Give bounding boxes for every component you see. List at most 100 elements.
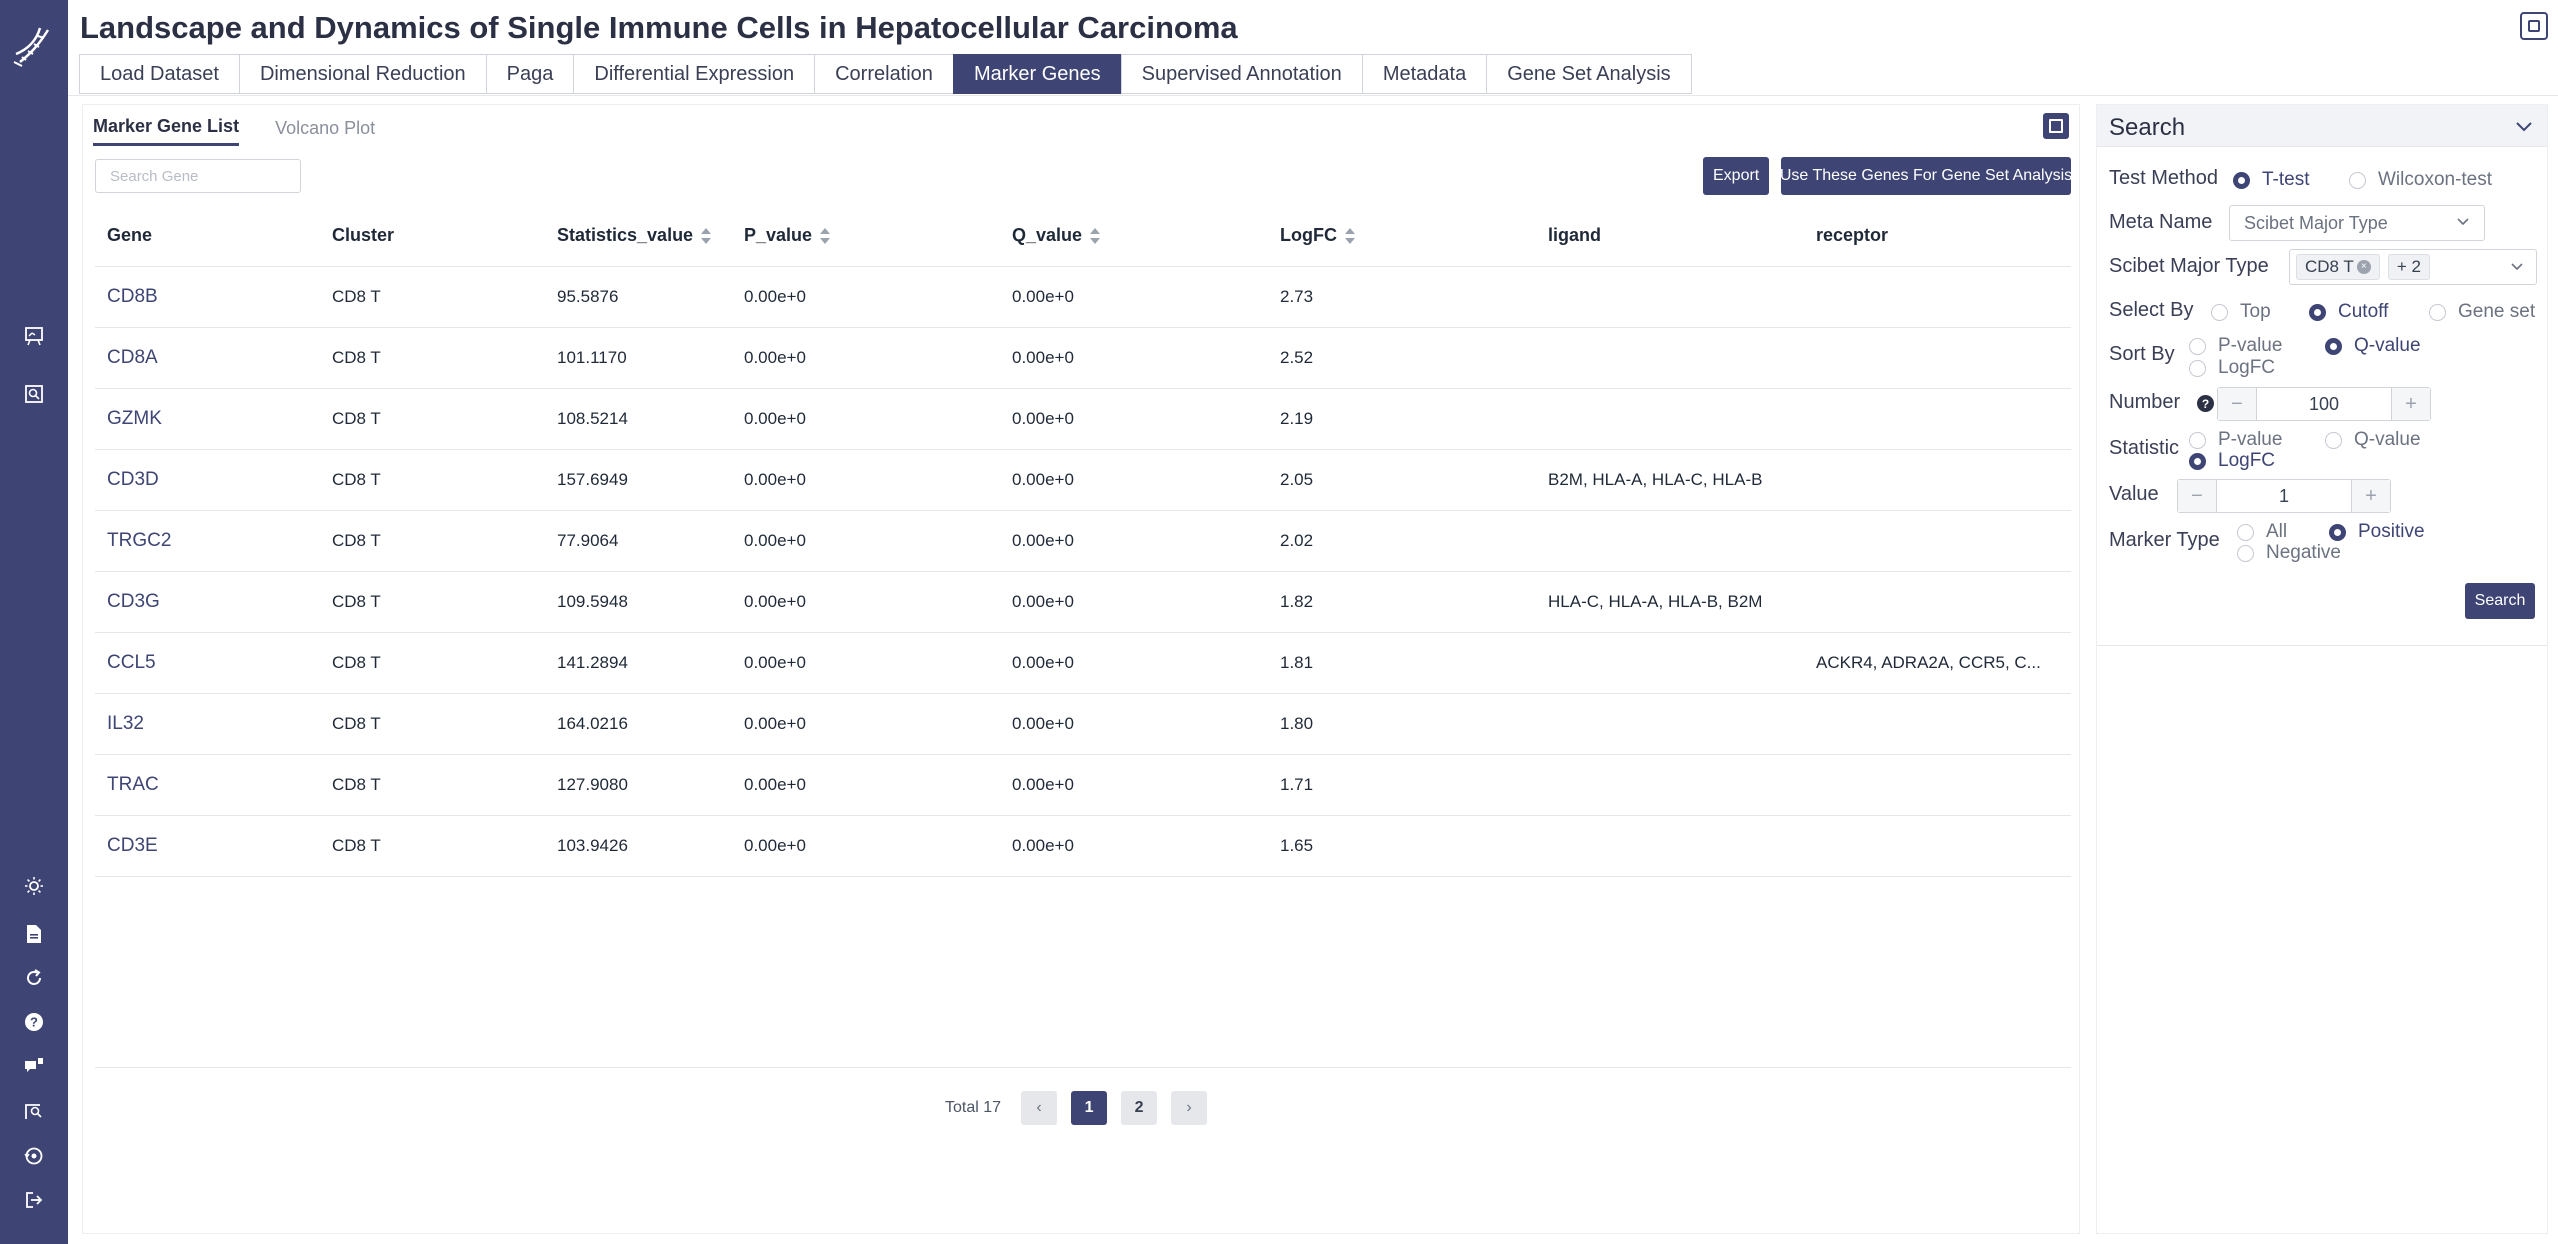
tab-correlation[interactable]: Correlation xyxy=(814,54,954,94)
tab-load-dataset[interactable]: Load Dataset xyxy=(79,54,240,94)
radio-sort-p-value[interactable]: P-value xyxy=(2189,335,2282,357)
column-header-statistics-value[interactable]: Statistics_value xyxy=(545,225,732,246)
radio-stat-logfc[interactable]: LogFC xyxy=(2189,450,2275,472)
history-icon[interactable] xyxy=(20,1142,48,1170)
fullscreen-icon[interactable] xyxy=(2520,12,2548,40)
statistics-value-cell: 141.2894 xyxy=(557,653,628,672)
gene-link[interactable]: CD8A xyxy=(107,347,158,368)
tag-close-icon[interactable]: × xyxy=(2356,260,2371,274)
statistics-value-cell: 157.6949 xyxy=(557,470,628,489)
p-value-cell: 0.00e+0 xyxy=(744,287,806,306)
decrement-button[interactable]: − xyxy=(2218,388,2256,420)
radio-sort-q-value[interactable]: Q-value xyxy=(2325,335,2421,357)
radio-label: T-test xyxy=(2262,169,2310,190)
sun-icon[interactable] xyxy=(20,872,48,900)
next-page-button[interactable]: › xyxy=(1171,1091,1208,1125)
use-genes-for-gsa-button[interactable]: Use These Genes For Gene Set Analysis xyxy=(1780,157,2072,195)
gene-link[interactable]: GZMK xyxy=(107,408,162,429)
radio-t-test[interactable]: T-test xyxy=(2233,169,2310,191)
tag-label: CD8 T xyxy=(2305,257,2354,276)
radio-top[interactable]: Top xyxy=(2211,301,2271,323)
gene-cell: TRGC2 xyxy=(95,530,320,552)
chevron-down-icon xyxy=(2510,259,2524,275)
chevron-down-icon[interactable] xyxy=(2515,117,2533,138)
subtab-marker-gene-list[interactable]: Marker Gene List xyxy=(93,116,240,146)
logout-icon[interactable] xyxy=(20,1186,48,1214)
search-doc-icon[interactable] xyxy=(20,380,48,408)
tab-differential-expression[interactable]: Differential Expression xyxy=(573,54,816,94)
prev-page-button[interactable]: ‹ xyxy=(1021,1091,1058,1125)
column-header-p-value[interactable]: P_value xyxy=(732,225,1000,246)
radio-sort-logfc[interactable]: LogFC xyxy=(2189,357,2275,379)
column-header-label: ligand xyxy=(1548,225,1601,245)
radio-dot xyxy=(2211,303,2228,321)
gene-link[interactable]: CD3E xyxy=(107,835,158,856)
radio-marker-negative[interactable]: Negative xyxy=(2237,542,2341,564)
sort-icon[interactable] xyxy=(1344,227,1355,244)
document-icon[interactable] xyxy=(20,920,48,948)
radio-marker-all[interactable]: All xyxy=(2237,521,2287,543)
gene-cell: CD3G xyxy=(95,591,320,613)
q-value-cell: 0.00e+0 xyxy=(1012,714,1074,733)
user-search-icon[interactable] xyxy=(20,1097,48,1125)
tab-paga[interactable]: Paga xyxy=(485,54,575,94)
number-stepper[interactable]: − 100 + xyxy=(2217,387,2431,421)
tab-gene-set-analysis[interactable]: Gene Set Analysis xyxy=(1486,54,1692,94)
selected-tag[interactable]: CD8 T × xyxy=(2296,254,2380,280)
p-value-cell: 0.00e+0 xyxy=(744,470,806,489)
tab-supervised-annotation[interactable]: Supervised Annotation xyxy=(1120,54,1363,94)
table-row: CD8B CD8 T 95.5876 0.00e+0 0.00e+0 2.73 xyxy=(95,267,2071,328)
gene-link[interactable]: CD8B xyxy=(107,286,158,307)
refresh-icon[interactable] xyxy=(20,964,48,992)
number-value[interactable]: 100 xyxy=(2256,388,2392,420)
radio-stat-p-value[interactable]: P-value xyxy=(2189,429,2282,451)
column-header-q-value[interactable]: Q_value xyxy=(1000,225,1268,246)
radio-stat-q-value[interactable]: Q-value xyxy=(2325,429,2421,451)
gene-link[interactable]: CD3G xyxy=(107,591,160,612)
radio-wilcoxon-test[interactable]: Wilcoxon-test xyxy=(2349,169,2492,191)
search-gene-input[interactable] xyxy=(95,159,301,193)
gene-link[interactable]: CCL5 xyxy=(107,652,156,673)
logfc-cell: 2.19 xyxy=(1280,409,1314,428)
dna-logo-icon[interactable] xyxy=(10,24,58,68)
presentation-icon[interactable] xyxy=(20,322,48,350)
search-panel-header[interactable]: Search xyxy=(2097,105,2547,147)
marker-gene-table: Gene Cluster Statistics_value P_value Q_… xyxy=(95,205,2071,877)
ligand-cell: B2M, HLA-A, HLA-C, HLA-B xyxy=(1548,470,1763,489)
meta-name-select[interactable]: Scibet Major Type xyxy=(2229,205,2485,241)
decrement-button[interactable]: − xyxy=(2178,480,2216,512)
column-header-label: Statistics_value xyxy=(557,225,694,245)
tab-marker-genes[interactable]: Marker Genes xyxy=(952,54,1122,94)
value-stepper[interactable]: − 1 + xyxy=(2177,479,2391,513)
help-icon[interactable]: ? xyxy=(2197,395,2214,412)
radio-marker-positive[interactable]: Positive xyxy=(2329,521,2425,543)
column-header-logfc[interactable]: LogFC xyxy=(1268,225,1536,246)
chat-icon[interactable] xyxy=(20,1052,48,1080)
radio-dot xyxy=(2189,431,2206,449)
search-button[interactable]: Search xyxy=(2465,583,2535,619)
q-value-cell: 0.00e+0 xyxy=(1012,531,1074,550)
increment-button[interactable]: + xyxy=(2392,388,2430,420)
sort-icon[interactable] xyxy=(1090,227,1101,244)
panel-toggle-icon[interactable] xyxy=(2043,113,2069,139)
increment-button[interactable]: + xyxy=(2352,480,2390,512)
gene-link[interactable]: TRGC2 xyxy=(107,530,171,551)
radio-gene-set[interactable]: Gene set xyxy=(2429,301,2535,323)
subtab-volcano-plot[interactable]: Volcano Plot xyxy=(275,118,375,145)
radio-dot xyxy=(2189,452,2206,470)
value-input[interactable]: 1 xyxy=(2216,480,2352,512)
sort-icon[interactable] xyxy=(820,227,831,244)
gene-link[interactable]: TRAC xyxy=(107,774,159,795)
export-button[interactable]: Export xyxy=(1703,157,1770,195)
gene-link[interactable]: CD3D xyxy=(107,469,159,490)
radio-cutoff[interactable]: Cutoff xyxy=(2309,301,2388,323)
tab-metadata[interactable]: Metadata xyxy=(1361,54,1488,94)
select-by-label: Select By xyxy=(2109,299,2194,321)
help-icon[interactable]: ? xyxy=(20,1008,48,1036)
scibet-major-type-select[interactable]: CD8 T × + 2 xyxy=(2289,249,2537,285)
tab-dimensional-reduction[interactable]: Dimensional Reduction xyxy=(238,54,487,94)
sort-icon[interactable] xyxy=(701,227,712,244)
page-2-button[interactable]: 2 xyxy=(1121,1091,1158,1125)
gene-link[interactable]: IL32 xyxy=(107,713,144,734)
page-1-button[interactable]: 1 xyxy=(1071,1091,1108,1125)
